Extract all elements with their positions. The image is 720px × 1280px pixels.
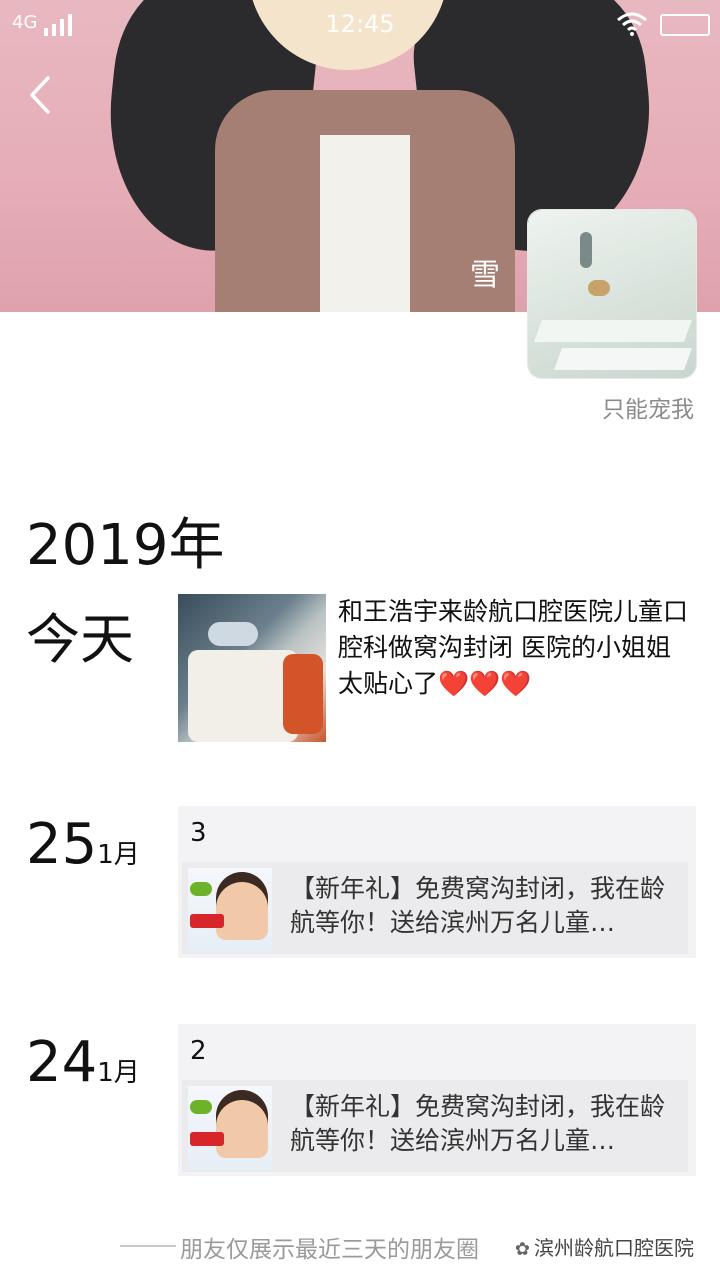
shared-link[interactable]: 【新年礼】免费窝沟封闭，我在龄航等你！送给滨州万名儿童… — [182, 1080, 688, 1172]
watermark-text: 滨州龄航口腔医院 — [534, 1236, 694, 1260]
wifi-icon — [617, 12, 647, 36]
footer-divider — [120, 1245, 176, 1247]
status-bar: 4G 12:45 — [0, 0, 720, 52]
thumb-boy — [216, 1090, 268, 1158]
thumb-graphic — [190, 882, 212, 896]
shared-post-card[interactable]: 3 【新年礼】免费窝沟封闭，我在龄航等你！送给滨州万名儿童… — [178, 806, 696, 958]
link-title: 【新年礼】免费窝沟封闭，我在龄航等你！送给滨州万名儿童… — [290, 1092, 666, 1155]
thumb-graphic — [190, 1100, 212, 1114]
timeline-date: 241月 — [26, 1030, 140, 1095]
photo-arm — [283, 654, 323, 734]
avatar[interactable] — [528, 210, 696, 378]
link-title: 【新年礼】免费窝沟封闭，我在龄航等你！送给滨州万名儿童… — [290, 874, 666, 937]
photo-glove — [208, 622, 258, 646]
timeline-date: 251月 — [26, 812, 140, 877]
avatar-dog — [588, 280, 610, 296]
date-month: 1月 — [97, 840, 140, 870]
cover-shirt — [320, 135, 410, 312]
timeline-year: 2019年 — [26, 513, 225, 578]
footer-notice: 朋友仅展示最近三天的朋友圈 — [180, 1237, 479, 1263]
watermark: ✿ 滨州龄航口腔医院 — [510, 1232, 698, 1261]
avatar-figure — [580, 232, 592, 268]
date-day: 24 — [26, 1030, 98, 1095]
status-time: 12:45 — [325, 10, 395, 38]
shared-post-card[interactable]: 2 【新年礼】免费窝沟封闭，我在龄航等你！送给滨州万名儿童… — [178, 1024, 696, 1176]
footer: 朋友仅展示最近三天的朋友圈 ✿ 滨州龄航口腔医院 — [0, 1228, 720, 1268]
timeline-today-label: 今天 — [26, 608, 134, 671]
link-thumbnail — [188, 1086, 272, 1170]
avatar-floor-tile — [533, 320, 693, 342]
share-count: 3 — [190, 818, 207, 848]
date-day: 25 — [26, 812, 98, 877]
today-post-text[interactable]: 和王浩宇来龄航口腔医院儿童口腔科做窝沟封闭 医院的小姐姐太贴心了❤️❤️❤️ — [338, 594, 688, 702]
avatar-floor-tile — [553, 348, 693, 370]
share-count: 2 — [190, 1036, 207, 1066]
profile-signature: 只能宠我 — [602, 397, 694, 423]
date-month: 1月 — [97, 1058, 140, 1088]
wechat-icon: ✿ — [514, 1239, 530, 1260]
thumb-label — [190, 914, 224, 928]
shared-link[interactable]: 【新年礼】免费窝沟封闭，我在龄航等你！送给滨州万名儿童… — [182, 862, 688, 954]
link-thumbnail — [188, 868, 272, 952]
today-post-photo[interactable] — [178, 594, 326, 742]
thumb-boy — [216, 872, 268, 940]
battery-icon — [660, 14, 710, 36]
photo-bib — [188, 650, 298, 742]
thumb-label — [190, 1132, 224, 1146]
profile-nickname: 雪 — [470, 258, 500, 293]
back-chevron-icon — [30, 76, 50, 114]
back-button[interactable] — [22, 70, 62, 120]
